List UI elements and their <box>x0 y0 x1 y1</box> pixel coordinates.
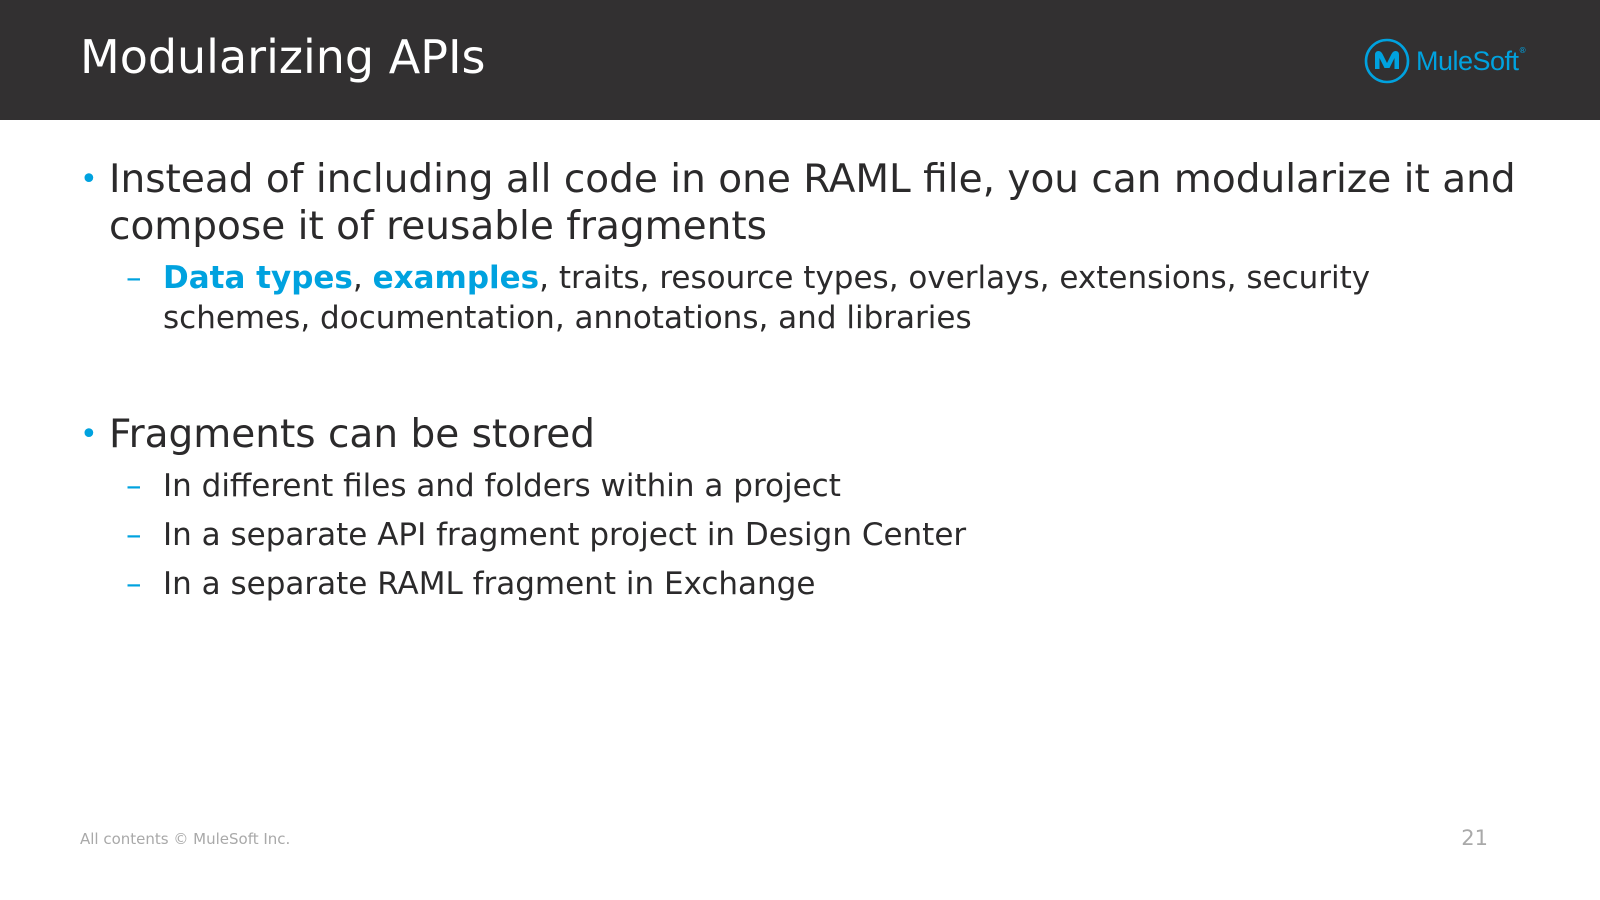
slide-title: Modularizing APIs <box>80 30 486 84</box>
mulesoft-logo-icon <box>1364 38 1410 84</box>
sub-bullet-text: In different files and folders within a … <box>163 468 841 504</box>
bullet-dot-icon: • <box>80 417 98 452</box>
dash-icon: – <box>126 260 142 296</box>
copyright-footer: All contents © MuleSoft Inc. <box>80 830 291 848</box>
sub-bullet-files-folders: – In different files and folders within … <box>80 466 1520 506</box>
highlight-data-types: Data types <box>163 260 353 296</box>
highlight-examples: examples <box>372 260 540 296</box>
bullet-text: Fragments can be stored <box>109 412 595 457</box>
sub-bullet-text: In a separate API fragment project in De… <box>163 517 967 553</box>
bullet-fragments-stored: • Fragments can be stored <box>80 411 1520 458</box>
mulesoft-logo: MuleSoft ® <box>1364 38 1527 84</box>
dash-icon: – <box>126 566 142 602</box>
bullet-text: Instead of including all code in one RAM… <box>109 157 1516 249</box>
separator-text: , <box>352 260 373 296</box>
sub-bullet-design-center: – In a separate API fragment project in … <box>80 515 1520 555</box>
logo-trademark: ® <box>1518 46 1527 55</box>
sub-bullet-exchange: – In a separate RAML fragment in Exchang… <box>80 564 1520 604</box>
slide-header: Modularizing APIs MuleSoft ® <box>0 0 1600 120</box>
bullet-modularize: • Instead of including all code in one R… <box>80 156 1520 250</box>
sub-bullet-text: In a separate RAML fragment in Exchange <box>163 566 816 602</box>
dash-icon: – <box>126 517 142 553</box>
sub-bullet-fragment-types: – Data types, examples, traits, resource… <box>80 258 1520 338</box>
dash-icon: – <box>126 468 142 504</box>
page-number: 21 <box>1461 826 1488 850</box>
slide-content: • Instead of including all code in one R… <box>80 156 1520 604</box>
bullet-dot-icon: • <box>80 162 98 197</box>
logo-wordmark: MuleSoft <box>1416 45 1519 76</box>
